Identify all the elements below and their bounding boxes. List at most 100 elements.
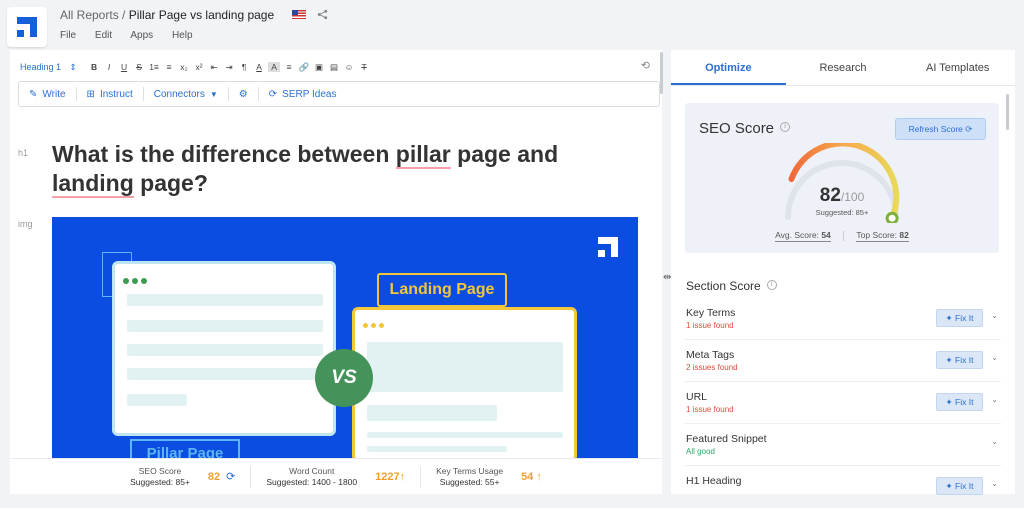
stat-label: SEO Score (138, 465, 182, 476)
menu-apps[interactable]: Apps (130, 30, 153, 41)
top-score-label: Top Score: (856, 230, 898, 240)
us-flag-icon[interactable] (291, 10, 306, 20)
grid-icon: ⊞ (86, 88, 95, 100)
seo-score-value: 82/100 (792, 185, 892, 207)
wand-icon: ✦ (945, 355, 953, 365)
video-icon[interactable]: ▤ (328, 62, 340, 73)
align-icon[interactable]: ≡ (283, 62, 295, 72)
section-name: Key Terms (686, 307, 736, 319)
section-row-featured-snippet[interactable]: Featured Snippet All good ⌄ (685, 424, 1001, 466)
avg-score: Avg. Score: 54 (775, 230, 831, 242)
score-number: 82 (819, 185, 841, 206)
heading-flagged-word: landing (52, 170, 134, 198)
fix-it-label: Fix It (955, 481, 974, 491)
gear-icon: ⚙ (238, 88, 248, 100)
info-icon[interactable]: i (780, 122, 791, 133)
stat-value: 54 ↑ (521, 470, 542, 483)
underline-icon[interactable]: U (118, 62, 130, 72)
seo-score-suggested: Suggested: 85+ (815, 208, 869, 217)
image-icon[interactable]: ▣ (313, 62, 325, 73)
stat-suggested: Suggested: 85+ (130, 476, 190, 487)
section-status: 2 issues found (686, 363, 738, 372)
fix-it-button[interactable]: ✦ Fix It (936, 393, 983, 411)
heading-select-chevron-icon[interactable]: ⇕ (67, 62, 79, 73)
tab-research[interactable]: Research (786, 50, 901, 85)
fix-it-label: Fix It (955, 355, 974, 365)
section-row-url[interactable]: URL 1 issue found ✦ Fix It ⌄ (685, 382, 1001, 424)
bold-icon[interactable]: B (88, 62, 100, 72)
tab-ai-templates[interactable]: AI Templates (900, 50, 1015, 85)
menu-help[interactable]: Help (172, 30, 193, 41)
landing-page-card (352, 307, 577, 458)
highlight-icon[interactable]: A (268, 62, 281, 72)
menu-edit[interactable]: Edit (95, 30, 112, 41)
seo-score-card: SEO Score i Refresh Score ⟳ 82/100 Sugges… (685, 103, 999, 253)
chevron-down-icon[interactable]: ⌄ (991, 395, 998, 404)
article-heading[interactable]: What is the difference between pillar pa… (52, 140, 622, 198)
paragraph-icon[interactable]: ¶ (238, 62, 250, 72)
refresh-score-button[interactable]: Refresh Score ⟳ (895, 118, 986, 140)
clear-format-icon[interactable]: T (358, 62, 370, 72)
chevron-down-icon[interactable]: ⌄ (991, 311, 998, 320)
heading-text: page? (133, 170, 208, 196)
share-icon[interactable] (317, 9, 328, 20)
stat-label: Key Terms Usage (436, 465, 504, 476)
article-image[interactable]: Landing Page VS Pillar Page (52, 217, 638, 458)
chevron-down-icon[interactable]: ⌄ (991, 437, 998, 446)
refresh-icon: ⟳ (965, 124, 973, 134)
section-row-meta-tags[interactable]: Meta Tags 2 issues found ✦ Fix It ⌄ (685, 340, 1001, 382)
settings-button[interactable]: ⚙ (229, 89, 258, 100)
info-icon[interactable]: i (766, 279, 777, 290)
avg-score-value: 54 (821, 230, 831, 240)
link-icon[interactable]: 🔗 (298, 62, 310, 73)
fix-it-button[interactable]: ✦ Fix It (936, 477, 983, 495)
superscript-icon[interactable]: x² (193, 62, 205, 72)
wand-icon: ✦ (945, 313, 953, 323)
fix-it-button[interactable]: ✦ Fix It (936, 351, 983, 369)
breadcrumb-all-reports[interactable]: All Reports (60, 8, 119, 22)
editor-panel: Heading 1 ⇕ B I U S 1≡ ≡ x₂ x² ⇤ ⇥ ¶ A A… (10, 50, 662, 494)
subscript-icon[interactable]: x₂ (178, 62, 190, 72)
format-toolbar: Heading 1 ⇕ B I U S 1≡ ≡ x₂ x² ⇤ ⇥ ¶ A A… (20, 60, 373, 74)
serp-ideas-button[interactable]: ⟳ SERP Ideas (259, 89, 347, 100)
chevron-down-icon[interactable]: ⌄ (991, 479, 998, 488)
score-max: /100 (840, 190, 865, 204)
app-logo[interactable] (7, 7, 47, 47)
page-title: Pillar Page vs landing page (128, 8, 275, 22)
section-list: Key Terms 1 issue found ✦ Fix It ⌄ Meta … (685, 298, 1001, 508)
connectors-dropdown[interactable]: Connectors ▼ (144, 89, 228, 100)
section-row-key-terms[interactable]: Key Terms 1 issue found ✦ Fix It ⌄ (685, 298, 1001, 340)
pillar-page-label: Pillar Page (130, 439, 240, 458)
indent-icon[interactable]: ⇥ (223, 62, 235, 73)
outdent-icon[interactable]: ⇤ (208, 62, 220, 73)
ordered-list-icon[interactable]: 1≡ (148, 62, 160, 72)
instruct-button[interactable]: ⊞ Instruct (77, 89, 143, 100)
fix-it-label: Fix It (955, 313, 974, 323)
emoji-icon[interactable]: ☺ (343, 62, 355, 72)
section-status: All good (686, 447, 715, 456)
chevron-down-icon[interactable]: ⌄ (991, 353, 998, 362)
section-name: URL (686, 391, 708, 403)
bullet-list-icon[interactable]: ≡ (163, 62, 175, 72)
section-score-title: Section Score i (686, 279, 777, 293)
refresh-icon[interactable]: ⟳ (226, 470, 235, 483)
italic-icon[interactable]: I (103, 62, 115, 72)
tab-optimize[interactable]: Optimize (671, 50, 786, 85)
heading-text: What is the difference between (52, 141, 396, 167)
divider (843, 230, 845, 241)
editor-scrollbar[interactable] (660, 52, 663, 94)
text-color-icon[interactable]: A (253, 62, 265, 72)
vs-badge: VS (315, 349, 373, 407)
breadcrumb-separator: / (122, 8, 126, 22)
menu-file[interactable]: File (60, 30, 76, 41)
wand-icon: ✦ (945, 481, 953, 491)
top-bar: All Reports / Pillar Page vs landing pag… (0, 0, 1024, 50)
fix-it-button[interactable]: ✦ Fix It (936, 309, 983, 327)
strikethrough-icon[interactable]: S (133, 62, 145, 72)
panel-tabs: Optimize Research AI Templates (671, 50, 1015, 86)
write-button[interactable]: ✎ Write (19, 89, 76, 100)
panel-scrollbar[interactable] (1006, 94, 1009, 130)
fix-it-label: Fix It (955, 397, 974, 407)
heading-select[interactable]: Heading 1 (20, 62, 61, 72)
history-icon[interactable]: ⟲ (641, 59, 650, 72)
